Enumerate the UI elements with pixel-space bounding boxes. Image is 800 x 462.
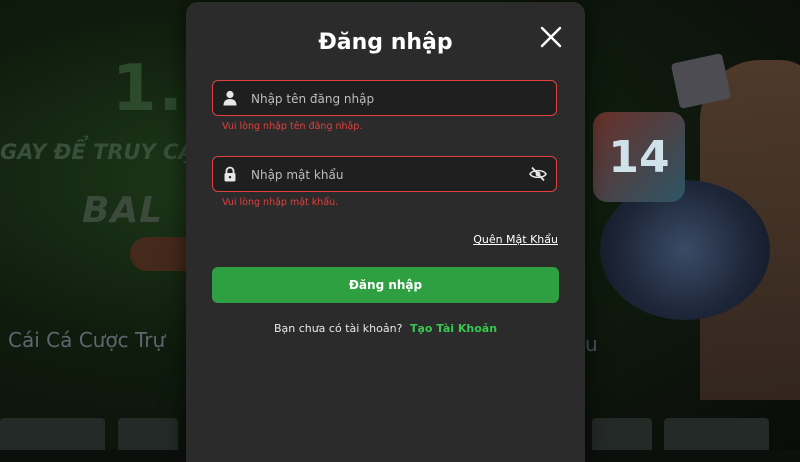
eye-slash-icon[interactable]: [529, 166, 547, 182]
username-field[interactable]: [212, 80, 557, 117]
signup-row: Bạn chưa có tài khoản? Tạo Tài Khoản: [186, 322, 585, 335]
signup-prompt: Bạn chưa có tài khoản?: [273, 322, 403, 335]
forgot-password-link[interactable]: Quên Mật Khẩu: [473, 233, 558, 246]
username-input[interactable]: [249, 81, 523, 117]
modal-title: Đăng nhập: [318, 30, 453, 55]
login-button[interactable]: Đăng nhập: [212, 267, 559, 303]
background-tagline: Cái Cá Cược Trự: [8, 328, 166, 352]
background-game-thumb: [592, 418, 652, 450]
background-game-thumb: [118, 418, 178, 450]
background-brand-logo: BAL: [82, 190, 164, 231]
user-icon: [222, 90, 238, 106]
login-modal: Đăng nhập Vui lòng nhập tên đăng nhập.: [186, 2, 585, 462]
create-account-link[interactable]: Tạo Tài Khoản: [410, 322, 497, 335]
password-error-message: Vui lòng nhập mật khẩu.: [222, 197, 339, 208]
background-badge: 14: [593, 112, 685, 202]
background-tagline-end: u: [585, 332, 598, 356]
background-game-thumb: [0, 418, 105, 450]
background-game-thumb: [664, 418, 769, 450]
password-input[interactable]: [249, 157, 523, 193]
close-icon[interactable]: [538, 24, 564, 50]
password-field[interactable]: [212, 156, 557, 193]
username-error-message: Vui lòng nhập tên đăng nhập.: [222, 121, 363, 132]
lock-icon: [222, 166, 238, 182]
background-promo-text: GAY ĐỂ TRUY CẬ: [0, 140, 195, 164]
